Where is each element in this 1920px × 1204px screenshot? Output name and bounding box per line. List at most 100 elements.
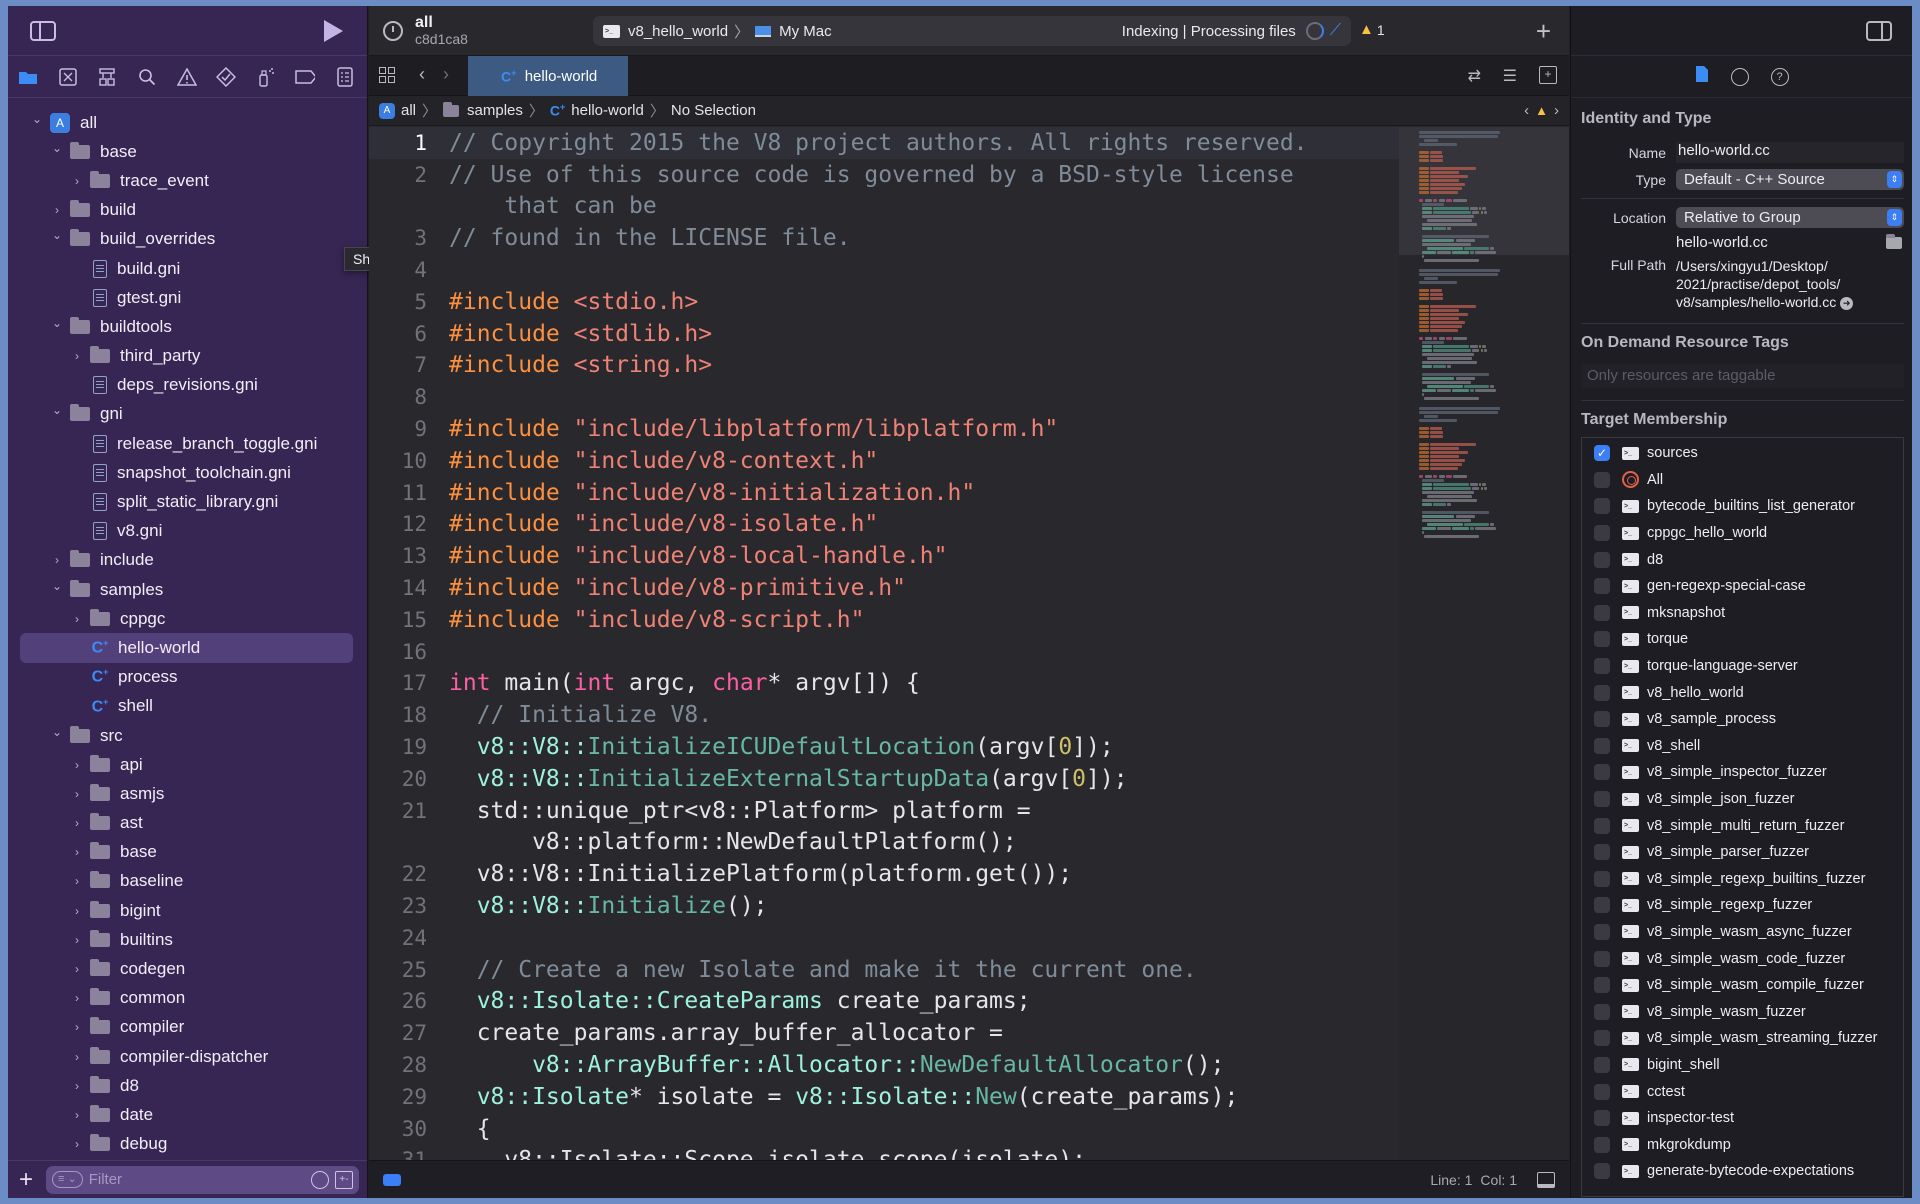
chevron-right-icon[interactable]: › xyxy=(70,1079,84,1093)
target-row[interactable]: >_ mkgrokdump xyxy=(1582,1131,1903,1158)
file-inspector-icon[interactable] xyxy=(1695,65,1709,88)
clock-icon[interactable] xyxy=(383,20,403,41)
editor-options-icon[interactable]: ☰ xyxy=(1503,66,1517,86)
target-checkbox[interactable] xyxy=(1594,658,1610,675)
breadcrumb-file[interactable]: hello-world xyxy=(571,102,644,119)
tree-item[interactable]: › compiler xyxy=(8,1013,367,1042)
target-row[interactable]: >_ v8_simple_parser_fuzzer xyxy=(1582,839,1903,866)
target-checkbox[interactable] xyxy=(1594,844,1610,861)
toggle-navigator-icon[interactable] xyxy=(30,20,56,41)
target-row[interactable]: >_ cppgc_hello_world xyxy=(1582,520,1903,547)
warning-badge[interactable]: ▲ 1 xyxy=(1359,21,1385,38)
source-control-filter-icon[interactable]: +- xyxy=(335,1170,353,1189)
tree-item[interactable]: v8.gni xyxy=(8,517,367,546)
target-checkbox[interactable] xyxy=(1594,1110,1610,1127)
location-select[interactable]: Relative to Group ⇕ xyxy=(1676,207,1904,228)
source-control-icon[interactable] xyxy=(58,67,78,87)
target-selector[interactable]: v8_hello_world xyxy=(628,23,728,40)
test-diamond-icon[interactable] xyxy=(216,66,237,87)
chevron-right-icon[interactable]: › xyxy=(70,962,84,976)
chevron-down-icon[interactable]: ⌄ xyxy=(50,579,64,593)
breadcrumb-project[interactable]: all xyxy=(401,102,416,119)
target-row[interactable]: >_ v8_simple_regexp_fuzzer xyxy=(1582,892,1903,919)
tree-item[interactable]: ⌄ samples xyxy=(8,575,367,604)
target-checkbox[interactable] xyxy=(1594,631,1610,648)
debug-area-indicator-icon[interactable] xyxy=(383,1173,401,1186)
filter-options-icon[interactable]: ≡ ⌄ xyxy=(52,1171,83,1188)
breakpoint-icon[interactable] xyxy=(295,67,316,87)
target-checkbox[interactable] xyxy=(1594,1136,1610,1153)
filter-field[interactable]: ≡ ⌄ Filter +- xyxy=(46,1165,359,1194)
tree-item[interactable]: ⌄ build_overrides xyxy=(8,225,367,254)
target-row[interactable]: >_ v8_simple_regexp_builtins_fuzzer xyxy=(1582,866,1903,893)
breadcrumb-symbol[interactable]: No Selection xyxy=(671,102,756,119)
chevron-down-icon[interactable]: ⌄ xyxy=(50,403,64,417)
target-row[interactable]: >_ inspector-test xyxy=(1582,1105,1903,1132)
history-inspector-icon[interactable] xyxy=(1730,67,1749,86)
tree-item[interactable]: › baseline xyxy=(8,867,367,896)
chevron-down-icon[interactable]: ⌄ xyxy=(50,725,64,739)
symbol-navigator-icon[interactable] xyxy=(97,67,117,87)
target-checkbox[interactable] xyxy=(1594,870,1610,887)
name-field[interactable]: hello-world.cc xyxy=(1676,142,1904,163)
recent-files-icon[interactable] xyxy=(311,1170,329,1189)
help-inspector-icon[interactable]: ? xyxy=(1770,67,1789,86)
target-row[interactable]: >_ v8_hello_world xyxy=(1582,679,1903,706)
tree-item[interactable]: › bigint xyxy=(8,896,367,925)
chevron-right-icon[interactable]: › xyxy=(70,1108,84,1122)
tree-item[interactable]: › compiler-dispatcher xyxy=(8,1042,367,1071)
tree-item[interactable]: deps_revisions.gni xyxy=(8,371,367,400)
chevron-right-icon[interactable]: › xyxy=(50,203,64,217)
search-icon[interactable] xyxy=(137,67,157,87)
target-row[interactable]: >_ v8_simple_wasm_streaming_fuzzer xyxy=(1582,1025,1903,1052)
target-checkbox[interactable] xyxy=(1594,1030,1610,1047)
chevron-right-icon[interactable]: › xyxy=(70,1137,84,1151)
reveal-in-finder-icon[interactable]: ➜ xyxy=(1840,296,1854,310)
chevron-right-icon[interactable]: › xyxy=(70,874,84,888)
target-row[interactable]: >_ v8_simple_wasm_code_fuzzer xyxy=(1582,945,1903,972)
tree-item[interactable]: ⌄ gni xyxy=(8,400,367,429)
target-row[interactable]: >_ v8_simple_wasm_fuzzer xyxy=(1582,998,1903,1025)
tree-item[interactable]: ⌄ Aall xyxy=(8,108,367,137)
target-checkbox[interactable] xyxy=(1594,950,1610,967)
warning-icon[interactable] xyxy=(176,67,197,87)
tree-item[interactable]: split_static_library.gni xyxy=(8,487,367,516)
add-icon[interactable]: + xyxy=(16,1167,36,1192)
source-editor[interactable]: 1 // Copyright 2015 the V8 project author… xyxy=(369,127,1399,1160)
chevron-right-icon[interactable]: › xyxy=(70,816,84,830)
target-row[interactable]: >_ v8_simple_multi_return_fuzzer xyxy=(1582,812,1903,839)
previous-issue-icon[interactable]: ‹ xyxy=(1524,102,1529,119)
target-checkbox[interactable] xyxy=(1594,684,1610,701)
tree-item[interactable]: › api xyxy=(8,750,367,779)
chevron-down-icon[interactable]: ⌄ xyxy=(50,228,64,242)
target-row[interactable]: >_ gen-regexp-special-case xyxy=(1582,573,1903,600)
toggle-debug-area-icon[interactable] xyxy=(1537,1171,1555,1188)
tree-item[interactable]: › d8 xyxy=(8,1071,367,1100)
tree-item[interactable]: › codegen xyxy=(8,954,367,983)
scheme-info[interactable]: all c8d1ca8 xyxy=(415,14,468,47)
add-editor-icon[interactable]: + xyxy=(1536,16,1551,47)
target-row[interactable]: >_ mksnapshot xyxy=(1582,600,1903,627)
target-row[interactable]: All xyxy=(1582,467,1903,494)
target-row[interactable]: >_ generate-bytecode-expectations xyxy=(1582,1158,1903,1185)
type-select[interactable]: Default - C++ Source ⇕ xyxy=(1676,169,1904,190)
chevron-right-icon[interactable]: › xyxy=(70,1050,84,1064)
chevron-right-icon[interactable]: › xyxy=(70,612,84,626)
target-checkbox[interactable] xyxy=(1594,578,1610,595)
target-checkbox[interactable] xyxy=(1594,525,1610,542)
chevron-right-icon[interactable]: › xyxy=(70,787,84,801)
tree-item[interactable]: release_branch_toggle.gni xyxy=(8,429,367,458)
target-checkbox[interactable] xyxy=(1594,1083,1610,1100)
split-editor-icon[interactable]: + xyxy=(1539,66,1557,84)
folder-icon[interactable] xyxy=(18,67,38,87)
target-row[interactable]: >_ v8_sample_process xyxy=(1582,706,1903,733)
tree-item[interactable]: › third_party xyxy=(8,342,367,371)
target-row[interactable]: >_ bigint_shell xyxy=(1582,1052,1903,1079)
chevron-right-icon[interactable]: › xyxy=(50,553,64,567)
target-checkbox[interactable] xyxy=(1594,551,1610,568)
tree-item[interactable]: › ast xyxy=(8,809,367,838)
tree-item[interactable]: gtest.gni xyxy=(8,283,367,312)
tree-item[interactable]: C+ process xyxy=(8,663,367,692)
tree-item[interactable]: ⌄ base xyxy=(8,137,367,166)
target-checkbox[interactable] xyxy=(1594,1056,1610,1073)
